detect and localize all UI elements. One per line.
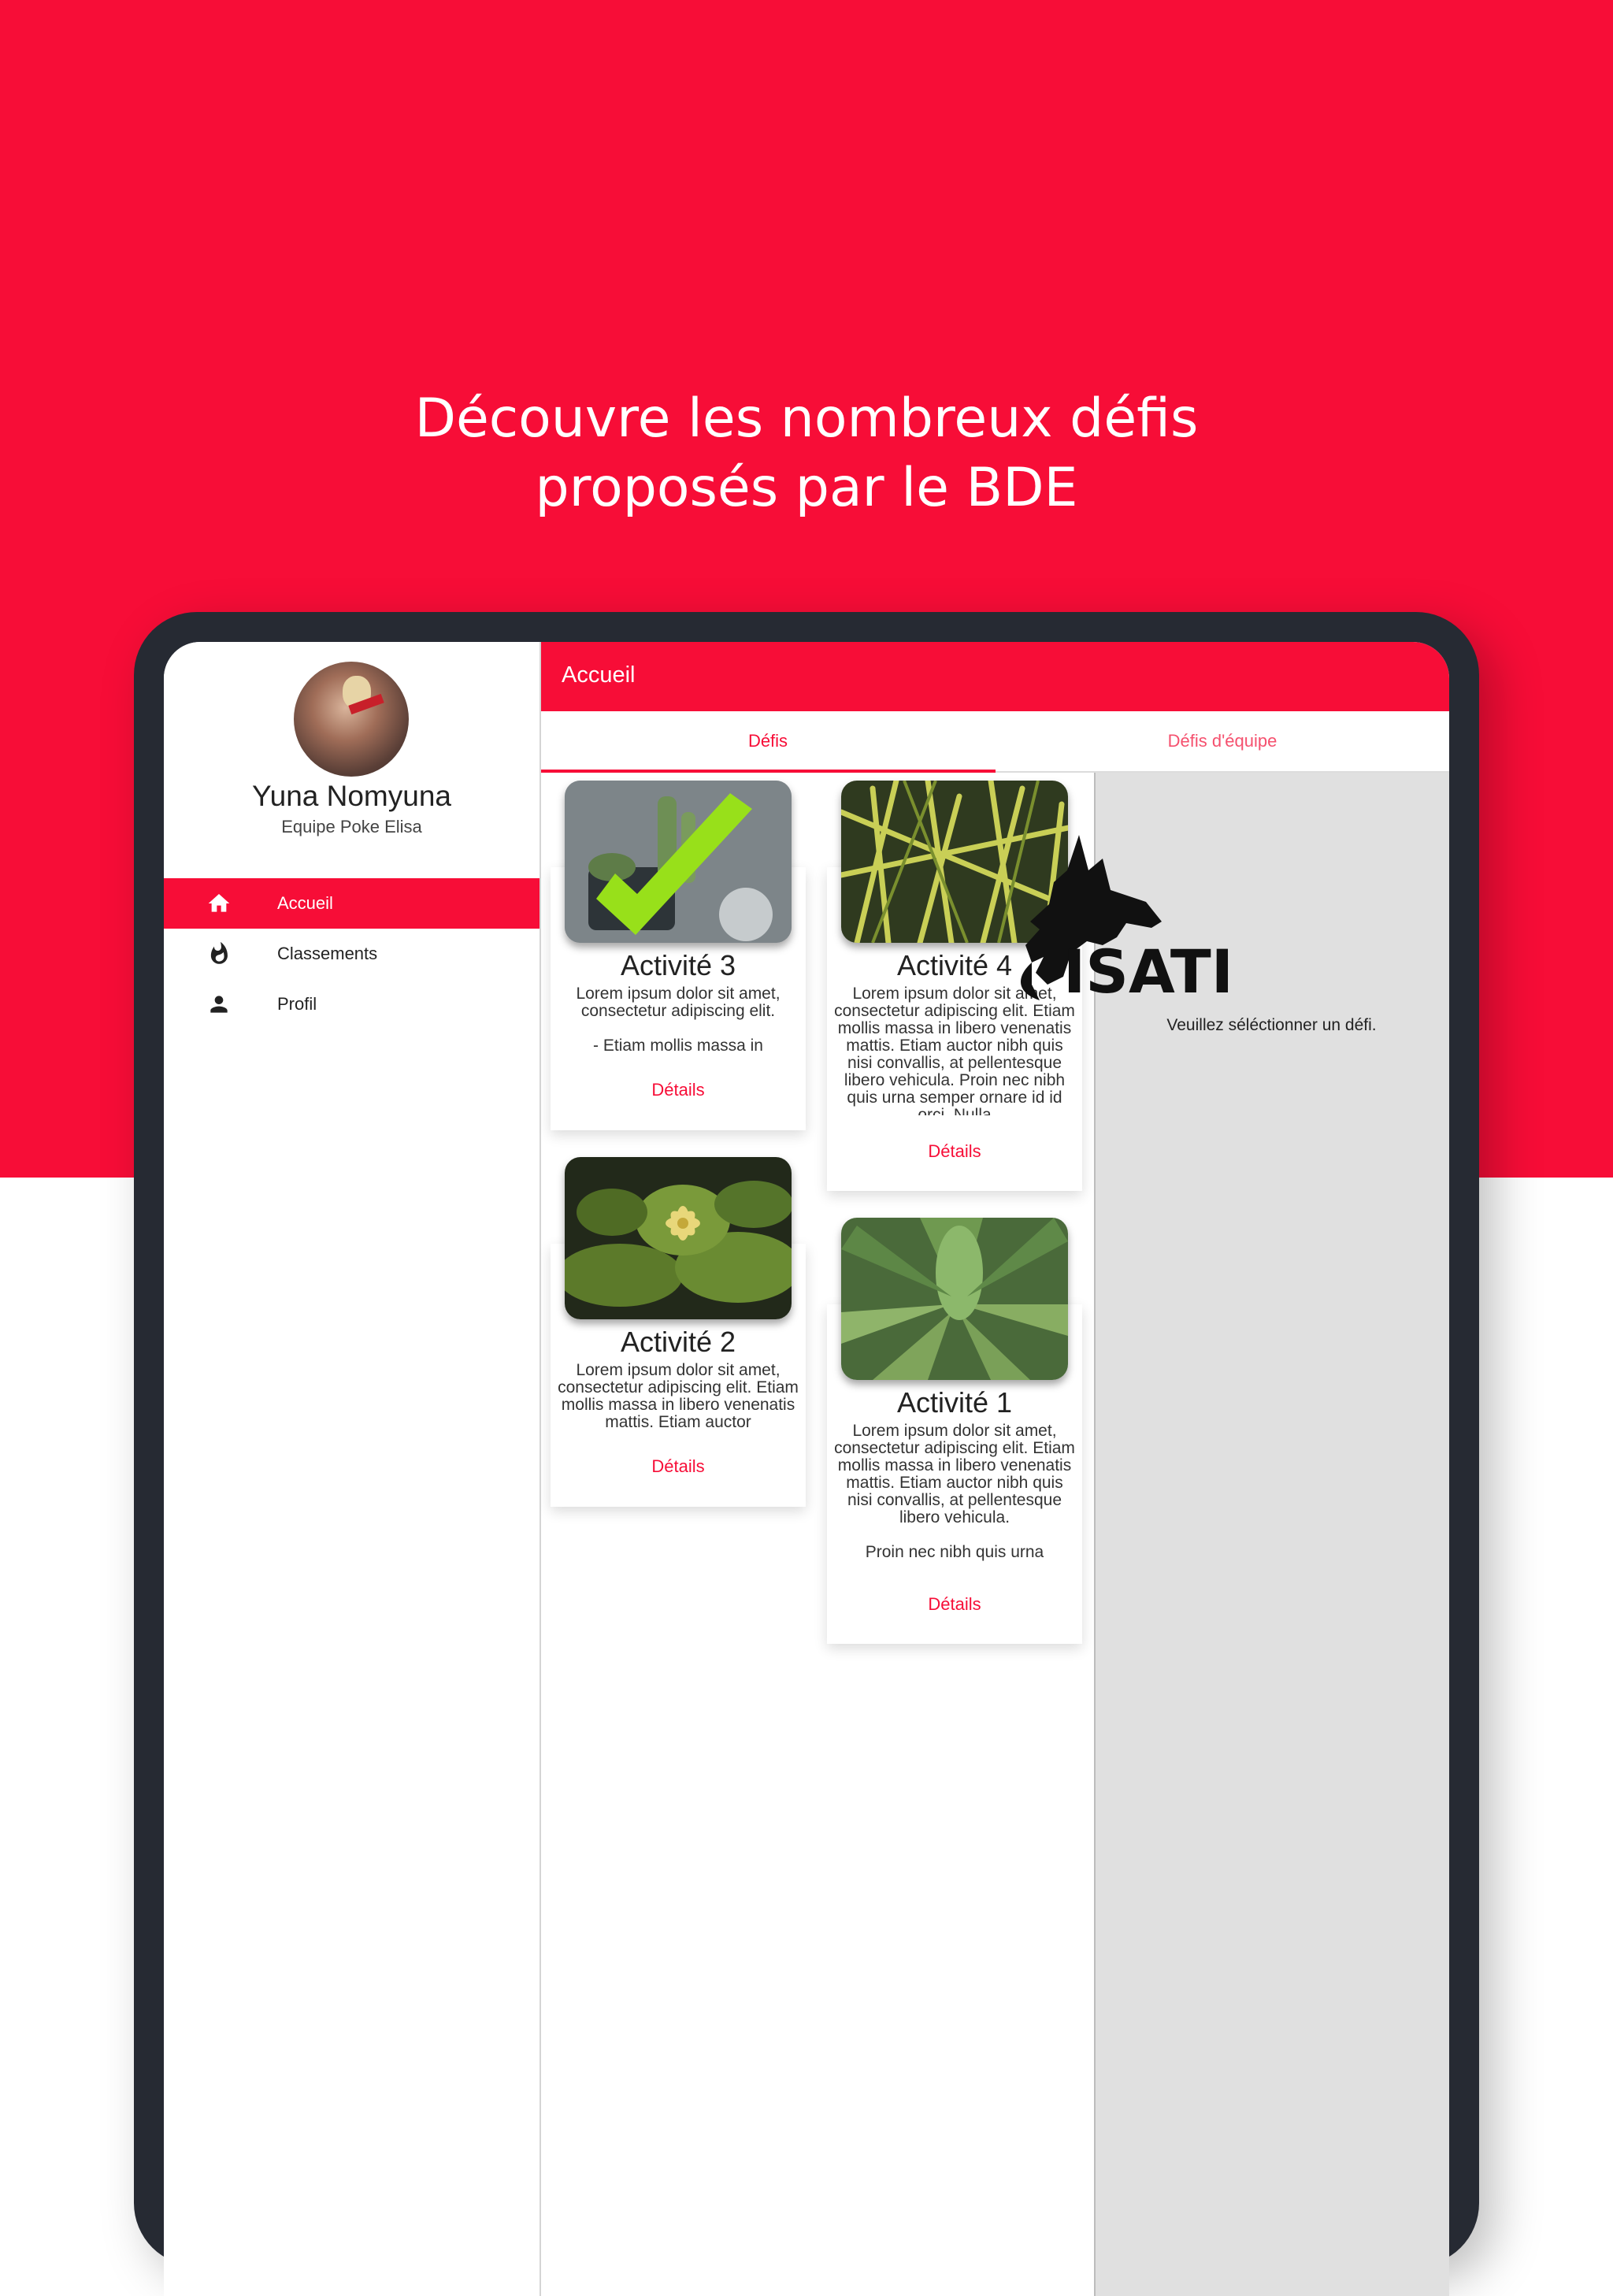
challenge-description: Lorem ipsum dolor sit amet, consectetur … xyxy=(558,1362,799,1431)
sidebar-nav: Accueil Classements Profil xyxy=(164,878,540,1029)
sidebar-item-label: Profil xyxy=(277,994,317,1014)
sidebar-item-profil[interactable]: Profil xyxy=(164,979,540,1029)
app-bar: Accueil xyxy=(541,642,1449,711)
user-name: Yuna Nomyuna xyxy=(251,780,451,812)
challenge-description: Lorem ipsum dolor sit amet, consectetur … xyxy=(834,1422,1075,1561)
hero-headline: Découvre les nombreux défis proposés par… xyxy=(0,384,1613,523)
challenge-image xyxy=(565,781,792,943)
details-link[interactable]: Détails xyxy=(551,1456,806,1477)
page-title: Accueil xyxy=(562,662,636,688)
challenge-image xyxy=(565,1157,792,1319)
svg-text:ISATI: ISATI xyxy=(1063,937,1233,1007)
sidebar-item-accueil[interactable]: Accueil xyxy=(164,878,540,929)
challenge-image xyxy=(841,1218,1068,1380)
tablet-frame: Yuna Nomyuna Equipe Poke Elisa Accueil C… xyxy=(134,612,1479,2296)
hero-headline-line-2: proposés par le BDE xyxy=(535,457,1078,519)
tab-bar: Défis Défis d'équipe xyxy=(541,711,1449,773)
home-icon xyxy=(203,888,235,919)
person-icon xyxy=(203,989,235,1020)
challenge-title: Activité 2 xyxy=(620,1326,736,1358)
details-link[interactable]: Détails xyxy=(827,1141,1082,1162)
sidebar-item-label: Classements xyxy=(277,944,378,963)
avatar[interactable] xyxy=(294,662,409,777)
challenge-title: Activité 1 xyxy=(896,1386,1013,1419)
challenge-title: Activité 3 xyxy=(620,949,736,981)
challenge-card[interactable]: Activité 1 Lorem ipsum dolor sit amet, c… xyxy=(827,1218,1082,1644)
tablet-screen: Yuna Nomyuna Equipe Poke Elisa Accueil C… xyxy=(164,642,1449,2296)
challenge-card[interactable]: Activité 3 Lorem ipsum dolor sit amet, c… xyxy=(551,781,806,1130)
user-team: Equipe Poke Elisa xyxy=(281,817,422,836)
fire-icon xyxy=(203,938,235,970)
hero-headline-line-1: Découvre les nombreux défis xyxy=(414,388,1199,450)
challenge-description: Lorem ipsum dolor sit amet, consectetur … xyxy=(576,985,781,1055)
detail-hint: Veuillez séléctionner un défi. xyxy=(1166,1016,1377,1034)
sidebar-item-label: Accueil xyxy=(277,893,333,913)
challenge-card[interactable]: Activité 2 Lorem ipsum dolor sit amet, c… xyxy=(551,1157,806,1507)
tab-defis[interactable]: Défis xyxy=(541,711,995,771)
details-link[interactable]: Détails xyxy=(551,1080,806,1100)
isati-wolf-logo: ISATI xyxy=(1021,835,1233,1007)
tab-defis-equipe[interactable]: Défis d'équipe xyxy=(996,711,1449,771)
sidebar: Yuna Nomyuna Equipe Poke Elisa Accueil C… xyxy=(164,642,541,2296)
details-link[interactable]: Détails xyxy=(827,1594,1082,1615)
sidebar-item-classements[interactable]: Classements xyxy=(164,929,540,979)
